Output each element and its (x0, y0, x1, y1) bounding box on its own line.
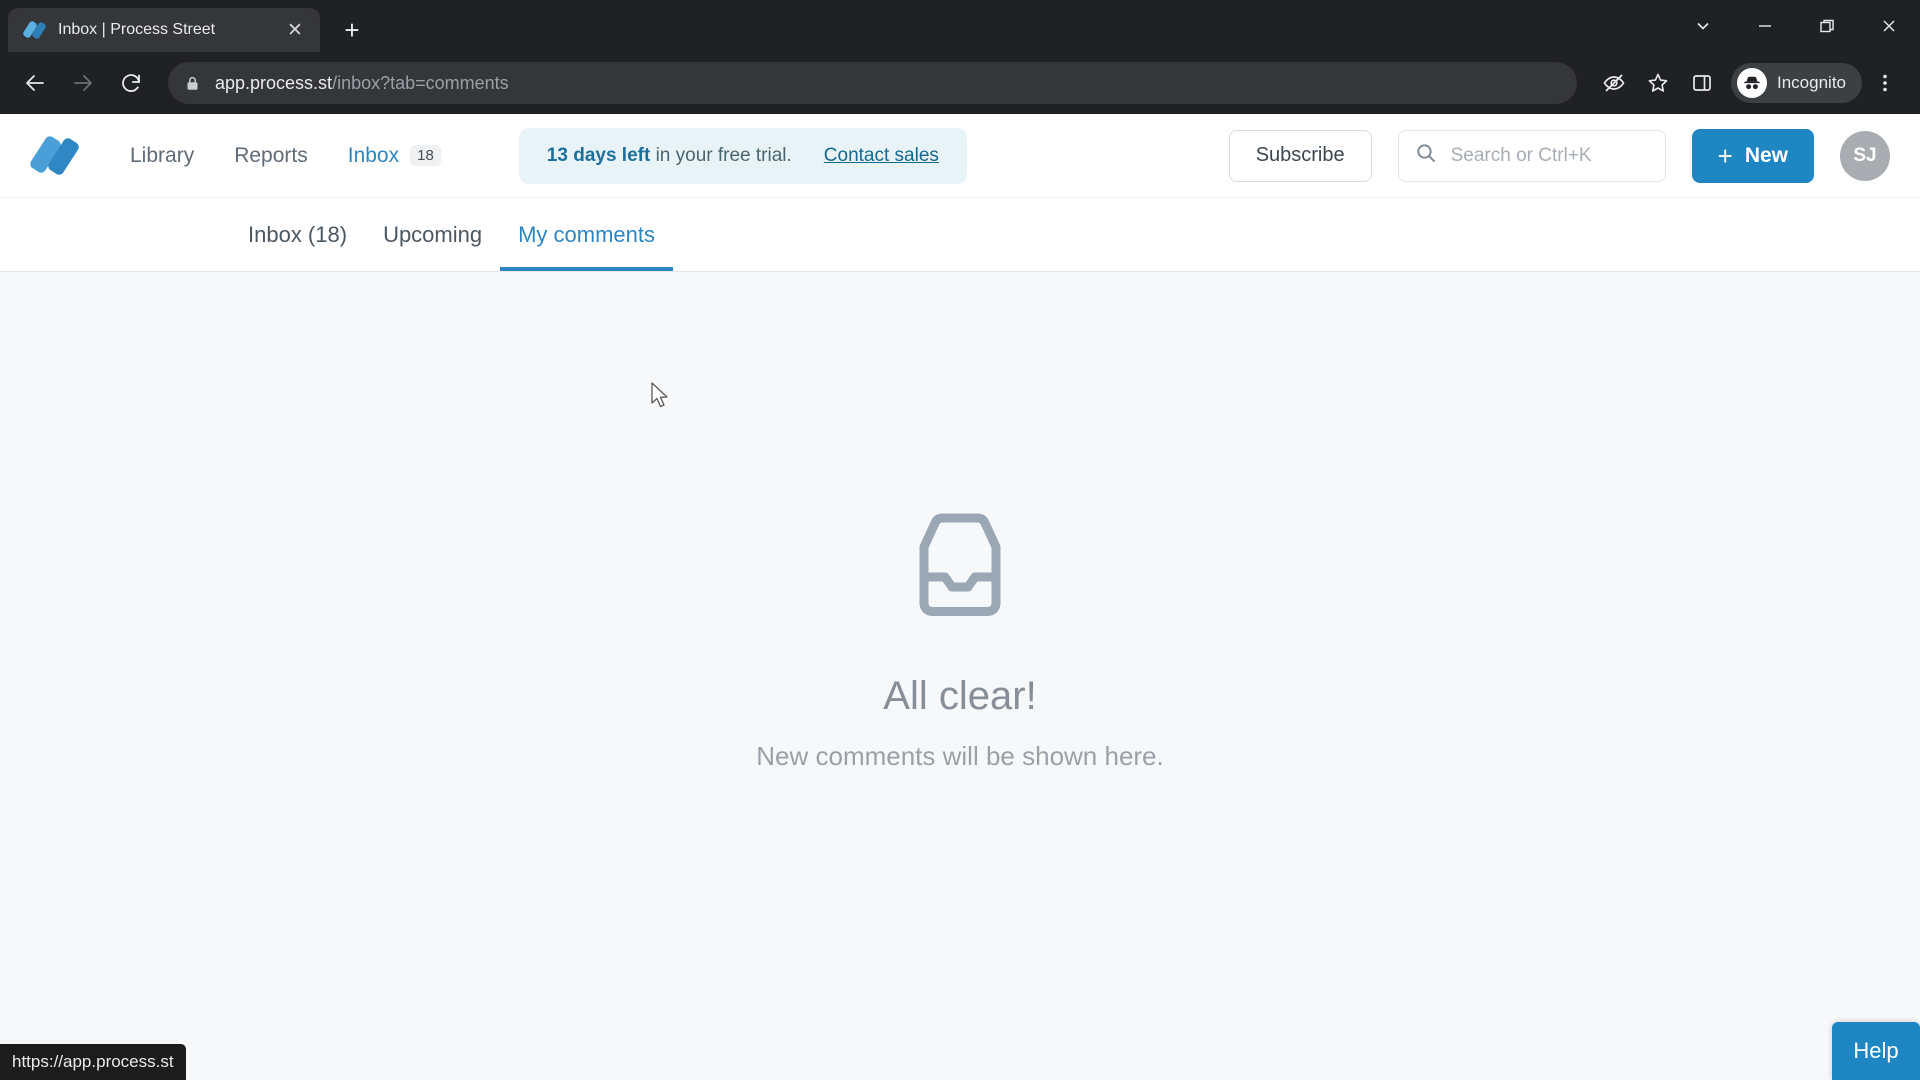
incognito-hat-icon (1737, 68, 1767, 98)
trial-days-left: 13 days left (546, 144, 651, 166)
tab-search-button[interactable] (1672, 0, 1734, 52)
status-bar-url: https://app.process.st (0, 1044, 186, 1080)
tab-my-comments[interactable]: My comments (500, 198, 673, 271)
header-right: Subscribe Search or Ctrl+K + New SJ (1228, 128, 1890, 183)
nav-item-library[interactable]: Library (110, 145, 214, 166)
help-button[interactable]: Help (1832, 1022, 1920, 1080)
empty-state-title: All clear! (883, 673, 1037, 718)
tab-inbox[interactable]: Inbox (18) (230, 198, 365, 271)
star-icon[interactable] (1637, 62, 1679, 104)
app-header: Library Reports Inbox 18 13 days left in … (0, 114, 1920, 198)
process-street-logo-icon (22, 19, 47, 41)
search-placeholder: Search or Ctrl+K (1450, 144, 1592, 166)
url-path: /inbox?tab=comments (332, 72, 509, 93)
subscribe-button[interactable]: Subscribe (1228, 129, 1372, 182)
browser-tab[interactable]: Inbox | Process Street ✕ (8, 8, 320, 52)
empty-state: All clear! New comments will be shown he… (0, 272, 1920, 1080)
window-controls (1672, 0, 1920, 52)
maximize-button[interactable] (1796, 0, 1858, 52)
incognito-label: Incognito (1777, 73, 1846, 92)
minimize-button[interactable] (1734, 0, 1796, 52)
eye-off-icon[interactable] (1593, 62, 1635, 104)
new-button-label: New (1744, 143, 1788, 167)
lock-icon (184, 75, 201, 92)
plus-icon: + (1717, 140, 1733, 171)
search-icon (1415, 142, 1437, 169)
nav-item-inbox[interactable]: Inbox 18 (328, 145, 461, 167)
empty-state-subtitle: New comments will be shown here. (756, 740, 1164, 771)
page-viewport: Library Reports Inbox 18 13 days left in … (0, 114, 1920, 1080)
tab-strip: Inbox | Process Street ✕ + (0, 0, 1920, 52)
inbox-count-badge: 18 (410, 145, 441, 167)
address-bar-url: app.process.st/inbox?tab=comments (215, 73, 509, 94)
three-dots-vertical-icon[interactable] (1864, 62, 1906, 104)
browser-window: Inbox | Process Street ✕ + app.process.s… (0, 0, 1920, 1080)
url-host: app.process.st (215, 72, 333, 93)
main-nav: Library Reports Inbox 18 (110, 145, 461, 167)
browser-tab-title: Inbox | Process Street (58, 21, 216, 38)
nav-item-inbox-label: Inbox (347, 143, 400, 167)
toolbar-icons: Incognito (1593, 62, 1906, 104)
browser-toolbar: app.process.st/inbox?tab=comments Incogn… (0, 52, 1920, 114)
nav-item-reports[interactable]: Reports (214, 145, 328, 166)
mouse-cursor (651, 382, 671, 415)
arrow-right-icon[interactable] (62, 62, 104, 104)
reload-icon[interactable] (110, 62, 152, 104)
close-window-button[interactable] (1858, 0, 1920, 52)
trial-rest: in your free trial. (650, 144, 792, 166)
inbox-tray-icon (899, 511, 1021, 628)
side-panel-icon[interactable] (1681, 62, 1723, 104)
trial-text: 13 days left in your free trial. (547, 145, 792, 167)
address-bar[interactable]: app.process.st/inbox?tab=comments (168, 62, 1577, 104)
incognito-indicator[interactable]: Incognito (1731, 63, 1862, 103)
close-icon[interactable]: ✕ (282, 17, 308, 43)
arrow-left-icon[interactable] (14, 62, 56, 104)
contact-sales-link[interactable]: Contact sales (824, 145, 939, 167)
new-tab-button[interactable]: + (334, 12, 370, 48)
search-input[interactable]: Search or Ctrl+K (1397, 129, 1666, 182)
inbox-tabs: Inbox (18) Upcoming My comments (0, 198, 1920, 272)
tab-upcoming[interactable]: Upcoming (365, 198, 500, 271)
trial-banner: 13 days left in your free trial. Contact… (518, 127, 967, 184)
avatar[interactable]: SJ (1840, 130, 1890, 181)
process-street-logo-icon[interactable] (28, 133, 81, 179)
new-button[interactable]: + New (1691, 128, 1814, 183)
